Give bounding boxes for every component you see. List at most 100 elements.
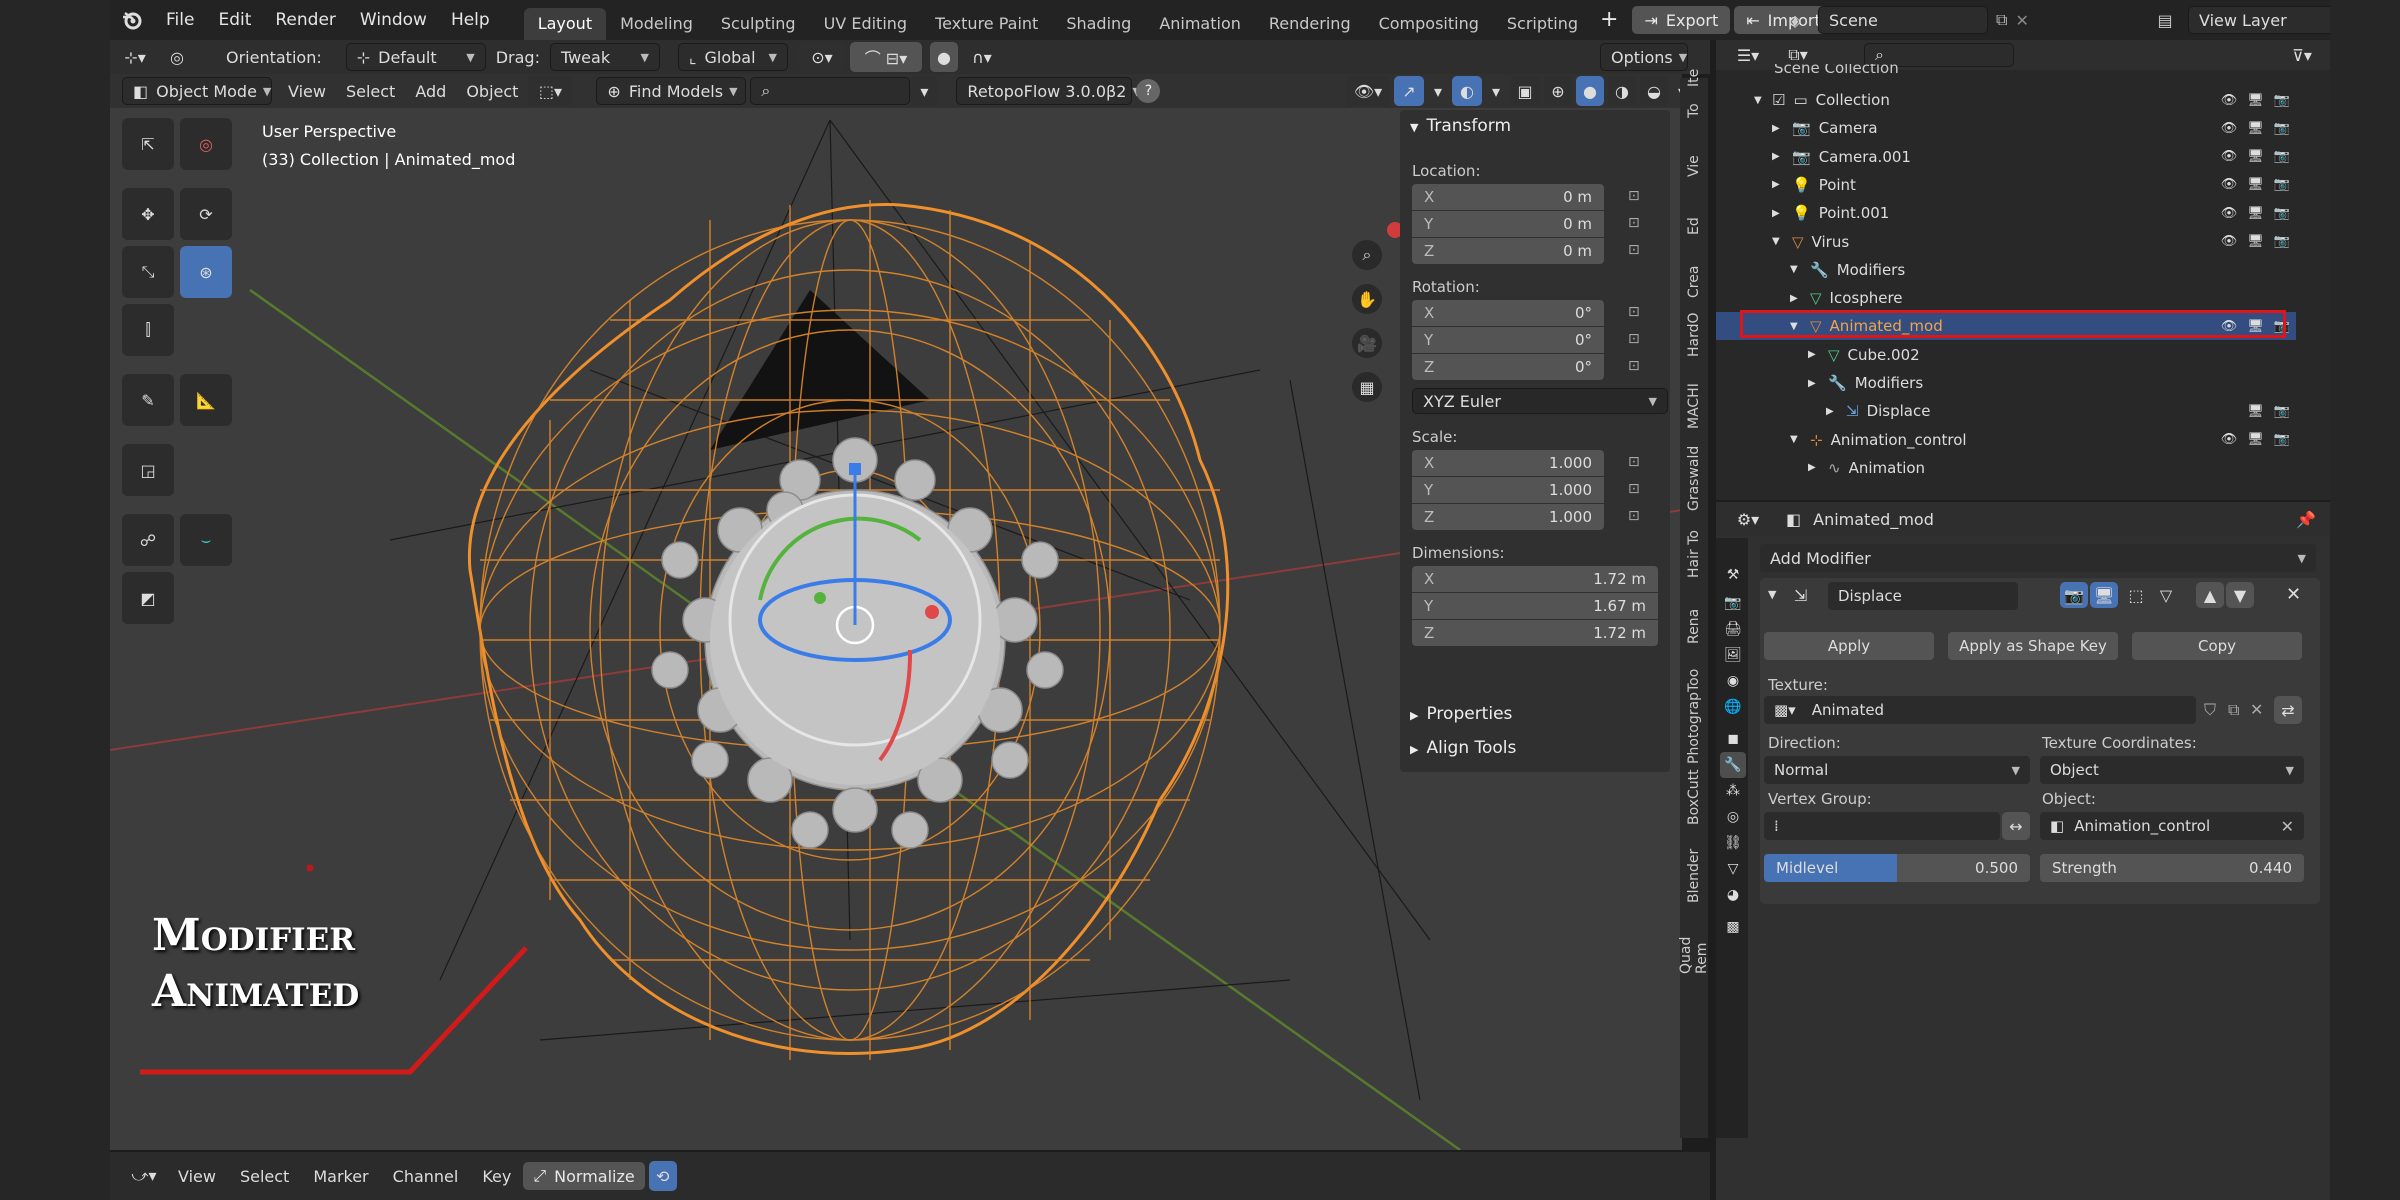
texture-field[interactable]: ▩▾ Animated <box>1764 696 2196 724</box>
rotation-y-field[interactable]: Y 0° <box>1412 327 1604 353</box>
outliner-item[interactable]: ▶ 📷 Camera.001 👁 🖥 📷 <box>1716 143 2296 171</box>
outliner-item[interactable]: ▶ 📷 Camera 👁 🖥 📷 <box>1716 114 2296 142</box>
view-layer-props-icon[interactable]: 🖼 <box>1720 642 1746 668</box>
world-icon[interactable]: 🌐 <box>1720 694 1746 720</box>
render-icon[interactable]: 📷 <box>2274 177 2290 192</box>
viewport-icon[interactable]: 🖥 <box>2247 149 2264 164</box>
location-y-field[interactable]: Y 0 m <box>1412 211 1604 237</box>
copy-button[interactable]: Copy <box>2132 632 2302 660</box>
transform-tool-icon[interactable]: ⊛ <box>180 246 232 298</box>
sidebar-tab-14[interactable]: Quad Rem <box>1678 912 1710 974</box>
new-texture-icon[interactable]: ⧉ <box>2228 700 2239 720</box>
3d-viewport[interactable]: ⊹▾ ◎ Orientation: ⊹ Default ▼ Drag: Tweak ▼… <box>110 40 1710 1150</box>
scale-z-field[interactable]: Z 1.000 <box>1412 504 1604 530</box>
lock-icon[interactable]: ⊡ <box>1628 304 1648 322</box>
move-up-icon[interactable]: ▲ <box>2196 582 2224 608</box>
rotation-z-field[interactable]: Z 0° <box>1412 354 1604 380</box>
eye-icon[interactable]: 👁 <box>2221 319 2238 334</box>
invert-vertex-group-icon[interactable]: ↔ <box>2002 812 2030 840</box>
expand-icon[interactable]: ▶ <box>1790 293 1802 304</box>
viewport-icon[interactable]: 🖥 <box>2247 206 2264 221</box>
add-workspace-button[interactable]: + <box>1592 0 1626 40</box>
cursor-tool-icon[interactable]: ◎ <box>180 118 232 170</box>
object-props-icon[interactable]: ◼ <box>1720 726 1746 752</box>
tab-rendering[interactable]: Rendering <box>1255 8 1365 40</box>
properties-editor-icon[interactable]: ⚙▾ <box>1726 504 1770 534</box>
sidebar-tab-5[interactable]: HardO <box>1680 306 1708 364</box>
location-z-field[interactable]: Z 0 m <box>1412 238 1604 264</box>
menu-file[interactable]: File <box>154 0 206 40</box>
sidebar-tab-7[interactable]: Graswald <box>1680 445 1708 510</box>
outliner-item[interactable]: ▼ ☑ ▭ Collection 👁 🖥 📷 <box>1716 86 2296 114</box>
scene-field[interactable]: Scene <box>1818 6 1988 34</box>
normalize-toggle[interactable]: ⤢ Normalize <box>523 1162 645 1190</box>
constraints-icon[interactable]: ⛓ <box>1720 830 1746 856</box>
expand-icon[interactable]: ▼ <box>1790 434 1802 445</box>
eye-icon[interactable]: 👁 <box>2221 234 2238 249</box>
render-icon[interactable]: 📷 <box>2274 121 2290 136</box>
outliner-item[interactable]: ▶ 💡 Point.001 👁 🖥 📷 <box>1716 199 2296 227</box>
timeline-marker-menu[interactable]: Marker <box>301 1167 380 1186</box>
tab-compositing[interactable]: Compositing <box>1365 8 1493 40</box>
outliner-item[interactable]: ▼ ▽ Animated_mod 👁 🖥 📷 <box>1716 312 2296 341</box>
tab-scripting[interactable]: Scripting <box>1493 8 1592 40</box>
scene-props-icon[interactable]: ◉ <box>1720 668 1746 694</box>
tab-animation[interactable]: Animation <box>1145 8 1255 40</box>
render-icon[interactable]: 📷 <box>2274 93 2290 108</box>
refresh-icon[interactable]: ⟲ <box>648 1161 677 1191</box>
render-icon[interactable]: 📷 <box>2274 149 2290 164</box>
midlevel-slider[interactable]: Midlevel 0.500 <box>1764 854 2030 882</box>
data-props-icon[interactable]: ▽ <box>1720 856 1746 882</box>
apply-shape-key-button[interactable]: Apply as Shape Key <box>1948 632 2118 660</box>
pan-hand-icon[interactable]: ✋ <box>1352 284 1382 314</box>
properties-panel-header[interactable]: ▶ Properties <box>1410 704 1512 724</box>
filter-icon[interactable]: ⊽▾ <box>2280 40 2324 70</box>
dimensions-y-field[interactable]: Y 1.67 m <box>1412 593 1658 619</box>
viewport-icon[interactable]: 🖥 <box>2247 234 2264 249</box>
camera-view-icon[interactable]: 🎥 <box>1352 328 1382 358</box>
annotate-tool-icon[interactable]: ✎ <box>122 374 174 426</box>
location-x-field[interactable]: X 0 m <box>1412 184 1604 210</box>
outliner-item[interactable]: ▶ 💡 Point 👁 🖥 📷 <box>1716 171 2296 199</box>
timeline-channel-menu[interactable]: Channel <box>381 1167 471 1186</box>
eye-icon[interactable]: 👁 <box>2221 93 2238 108</box>
apply-button[interactable]: Apply <box>1764 632 1934 660</box>
clear-object-icon[interactable]: ✕ <box>2275 817 2294 836</box>
viewport-icon[interactable]: 🖥 <box>2247 432 2264 447</box>
sidebar-tab-13[interactable]: Blender <box>1680 846 1708 906</box>
expand-icon[interactable]: ▶ <box>1772 208 1784 219</box>
sidebar-tab-8[interactable]: Hair To <box>1680 514 1708 594</box>
scale-y-field[interactable]: Y 1.000 <box>1412 477 1604 503</box>
outliner-item[interactable]: ▶ ⇲ Displace 🖥 📷 <box>1716 397 2296 425</box>
expand-icon[interactable]: ▶ <box>1772 179 1784 190</box>
lock-icon[interactable]: ⊡ <box>1628 508 1648 526</box>
output-icon[interactable]: 🖨 <box>1720 616 1746 642</box>
physics-icon[interactable]: ◎ <box>1720 804 1746 830</box>
timeline-select-menu[interactable]: Select <box>228 1167 301 1186</box>
outliner-item[interactable]: ▶ ▽ Icosphere <box>1716 284 2296 312</box>
eye-icon[interactable]: 👁 <box>2221 149 2238 164</box>
outliner-item[interactable]: ▼ 🔧 Modifiers <box>1716 256 2296 284</box>
move-down-icon[interactable]: ▼ <box>2226 582 2254 608</box>
add-modifier-dropdown[interactable]: Add Modifier ▼ <box>1760 544 2316 572</box>
menu-render[interactable]: Render <box>263 0 348 40</box>
align-tools-panel-header[interactable]: ▶ Align Tools <box>1410 738 1516 758</box>
sidebar-tab-6[interactable]: MACHI <box>1680 370 1708 442</box>
menu-help[interactable]: Help <box>439 0 502 40</box>
texture-coords-dropdown[interactable]: Object ▼ <box>2040 756 2304 784</box>
lock-icon[interactable]: ⊡ <box>1628 454 1648 472</box>
transform-panel-header[interactable]: ▼ Transform <box>1410 116 1511 136</box>
outliner-item[interactable]: ▼ ⊹ Animation_control 👁 🖥 📷 <box>1716 426 2296 454</box>
lock-icon[interactable]: ⊡ <box>1628 188 1648 206</box>
render-props-icon[interactable]: 📷 <box>1720 590 1746 616</box>
pin-icon[interactable]: 📌 <box>2296 510 2316 529</box>
zoom-icon[interactable]: ⌕ <box>1352 240 1382 270</box>
direction-dropdown[interactable]: Normal ▼ <box>1764 756 2030 784</box>
fake-user-icon[interactable]: ⛉ <box>2204 700 2216 720</box>
viewport-icon[interactable]: 🖥 <box>2247 177 2264 192</box>
tool-icon[interactable]: ⚒ <box>1720 562 1746 588</box>
menu-window[interactable]: Window <box>348 0 439 40</box>
ortho-grid-icon[interactable]: ▦ <box>1352 372 1382 402</box>
scene-new-icon[interactable]: ⧉ <box>1996 10 2007 30</box>
expand-icon[interactable]: ▼ <box>1754 95 1766 106</box>
